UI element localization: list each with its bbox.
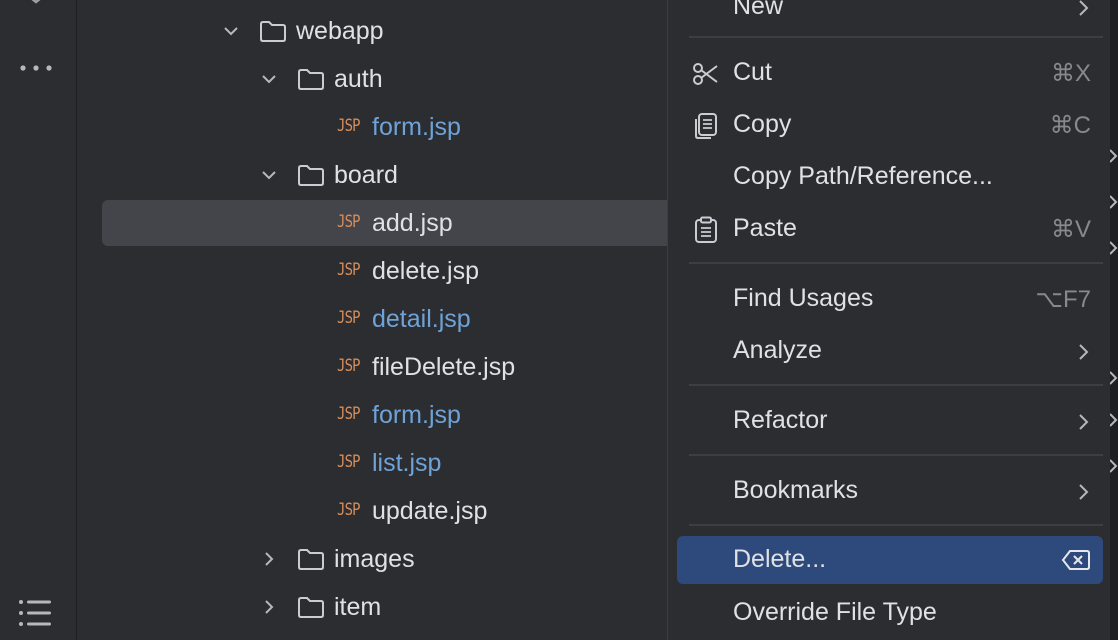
tree-item-label: webapp xyxy=(296,17,384,45)
tree-item-label: fileDelete.jsp xyxy=(372,353,516,381)
menu-item-label: Find Usages xyxy=(733,284,874,312)
menu-item-override-file-type[interactable]: Override File Type xyxy=(668,588,1118,638)
chevron-right-icon[interactable] xyxy=(261,599,277,615)
menu-item-label: Analyze xyxy=(733,336,822,364)
tree-item-label: form.jsp xyxy=(372,401,461,429)
tree-item-label: delete.jsp xyxy=(372,257,480,285)
menu-item-label: Copy xyxy=(733,110,792,138)
tree-item-filedelete-jsp[interactable]: JSP fileDelete.jsp xyxy=(77,343,668,391)
tree-item-label: add.jsp xyxy=(372,209,453,237)
shortcut-label: ⌘V xyxy=(1050,216,1091,243)
menu-separator xyxy=(689,524,1103,526)
chevron-right-icon xyxy=(1079,414,1089,430)
chevron-right-icon xyxy=(1079,344,1089,360)
tree-item-add-jsp[interactable]: JSP add.jsp xyxy=(77,199,682,247)
tool-window-icon[interactable] xyxy=(22,0,50,8)
menu-item-find-usages[interactable]: Find Usages ⌥F7 xyxy=(668,274,1118,324)
tree-item-label: form.jsp xyxy=(372,113,461,141)
more-horizontal-icon[interactable] xyxy=(18,58,54,78)
tree-item-label: update.jsp xyxy=(372,497,488,525)
chevron-right-icon xyxy=(1110,459,1118,473)
tree-item-auth-form-jsp[interactable]: JSP form.jsp xyxy=(77,103,668,151)
chevron-right-icon xyxy=(1110,371,1118,385)
tree-item-label: auth xyxy=(334,65,383,93)
chevron-right-icon xyxy=(1110,241,1118,255)
menu-item-label: Copy Path/Reference... xyxy=(733,162,993,190)
shortcut-label: ⌘X xyxy=(1050,60,1091,87)
menu-item-paste[interactable]: Paste ⌘V xyxy=(668,204,1118,254)
menu-item-copy-path[interactable]: Copy Path/Reference... xyxy=(668,152,1118,202)
scissors-icon xyxy=(693,63,718,85)
tree-item-delete-jsp[interactable]: JSP delete.jsp xyxy=(77,247,668,295)
list-icon[interactable] xyxy=(18,598,52,628)
tree-item-label: item xyxy=(334,593,382,621)
tree-item-label: list.jsp xyxy=(372,449,442,477)
chevron-right-icon xyxy=(1110,149,1118,163)
folder-icon xyxy=(260,21,286,42)
chevron-right-icon xyxy=(1110,413,1118,427)
menu-item-bookmarks[interactable]: Bookmarks xyxy=(668,466,1118,516)
ide-window: webapp auth JSP form.jsp board JSP add.j… xyxy=(0,0,1118,640)
menu-item-label: New xyxy=(733,0,784,20)
project-tree: webapp auth JSP form.jsp board JSP add.j… xyxy=(77,0,682,640)
folder-icon xyxy=(298,549,324,570)
tool-window-strip xyxy=(0,0,77,640)
chevron-right-icon xyxy=(1079,484,1089,500)
shortcut-label: ⌘C xyxy=(1049,112,1091,139)
tree-item-label: detail.jsp xyxy=(372,305,471,333)
chevron-down-icon[interactable] xyxy=(261,167,277,183)
jsp-file-icon: JSP xyxy=(337,452,361,472)
menu-item-label: Paste xyxy=(733,214,797,242)
chevron-right-icon[interactable] xyxy=(261,551,277,567)
jsp-file-icon: JSP xyxy=(337,116,361,136)
menu-item-label: Override File Type xyxy=(733,598,937,626)
tree-item-images[interactable]: images xyxy=(77,535,668,583)
menu-item-label: Cut xyxy=(733,58,772,86)
tree-item-item[interactable]: item xyxy=(77,583,668,631)
menu-item-label: Bookmarks xyxy=(733,476,859,504)
tree-item-detail-jsp[interactable]: JSP detail.jsp xyxy=(77,295,668,343)
menu-item-new[interactable]: New xyxy=(668,0,1118,32)
jsp-file-icon: JSP xyxy=(337,500,361,520)
folder-icon xyxy=(298,597,324,618)
context-menu: New Cut ⌘X Copy ⌘C Copy Path/Reference..… xyxy=(667,0,1118,640)
folder-icon xyxy=(298,165,324,186)
tree-item-label: images xyxy=(334,545,415,573)
menu-item-analyze[interactable]: Analyze xyxy=(668,326,1118,376)
tree-item-auth[interactable]: auth xyxy=(77,55,668,103)
jsp-file-icon: JSP xyxy=(337,356,361,376)
tree-item-webapp[interactable]: webapp xyxy=(77,7,668,55)
jsp-file-icon: JSP xyxy=(337,308,361,328)
chevron-right-icon xyxy=(1110,195,1118,209)
menu-item-cut[interactable]: Cut ⌘X xyxy=(668,48,1118,98)
chevron-right-icon xyxy=(1079,0,1089,16)
tree-item-board[interactable]: board xyxy=(77,151,668,199)
copy-icon xyxy=(695,113,717,139)
tree-item-update-jsp[interactable]: JSP update.jsp xyxy=(77,487,668,535)
menu-item-copy[interactable]: Copy ⌘C xyxy=(668,100,1118,150)
editor-edge xyxy=(1110,0,1118,640)
jsp-file-icon: JSP xyxy=(337,212,361,232)
menu-item-delete[interactable]: Delete... xyxy=(668,536,1118,586)
clipboard-icon xyxy=(695,216,717,243)
tree-item-board-form-jsp[interactable]: JSP form.jsp xyxy=(77,391,668,439)
folder-icon xyxy=(298,69,324,90)
tree-item-label: board xyxy=(334,161,398,189)
delete-key-icon xyxy=(1061,550,1090,570)
menu-item-refactor[interactable]: Refactor xyxy=(668,396,1118,446)
menu-separator xyxy=(689,262,1103,264)
jsp-file-icon: JSP xyxy=(337,404,361,424)
jsp-file-icon: JSP xyxy=(337,260,361,280)
chevron-down-icon[interactable] xyxy=(223,23,239,39)
chevron-down-icon[interactable] xyxy=(261,71,277,87)
menu-separator xyxy=(689,384,1103,386)
menu-separator xyxy=(689,36,1103,38)
menu-separator xyxy=(689,454,1103,456)
shortcut-label: ⌥F7 xyxy=(1035,286,1091,313)
tree-item-list-jsp[interactable]: JSP list.jsp xyxy=(77,439,668,487)
menu-item-label: Refactor xyxy=(733,406,828,434)
menu-item-label: Delete... xyxy=(733,545,827,573)
